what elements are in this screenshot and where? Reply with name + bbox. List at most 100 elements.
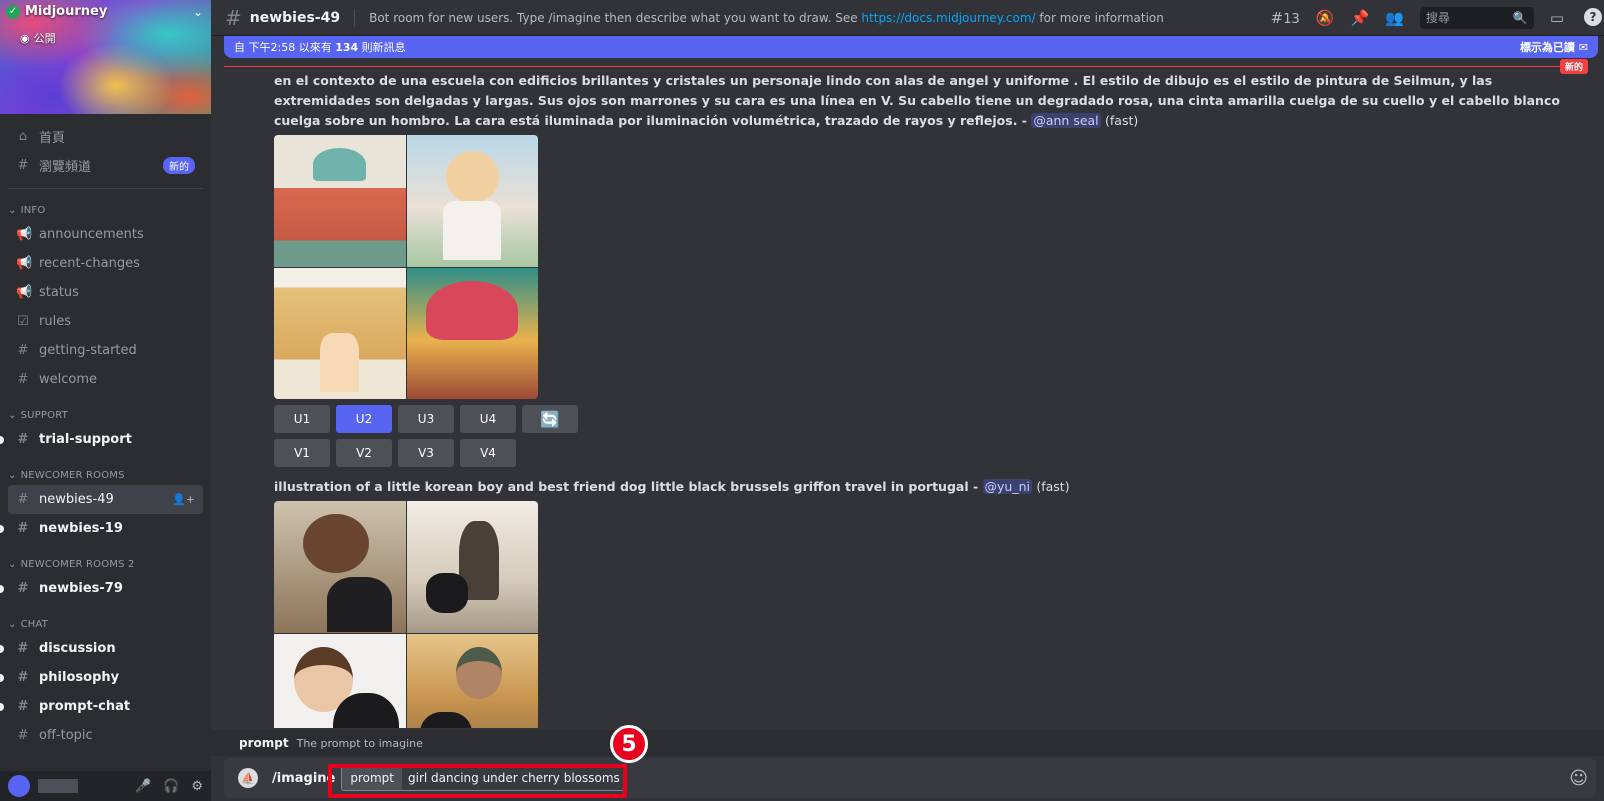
u1-button[interactable]: U1 xyxy=(274,405,330,433)
microphone-muted-icon[interactable]: 🎤 xyxy=(135,779,151,794)
generated-image[interactable] xyxy=(274,135,406,267)
discord-app: ✓ Midjourney ⌄ ◉ 公開 ⌂ 首頁 # 瀏覽頻道 新的 ⌄ INFO… xyxy=(0,0,1604,801)
channel-sidebar: ✓ Midjourney ⌄ ◉ 公開 ⌂ 首頁 # 瀏覽頻道 新的 ⌄ INFO… xyxy=(0,0,211,801)
gear-icon[interactable]: ⚙ xyxy=(191,779,203,794)
new-messages-divider xyxy=(224,66,1588,67)
sidebar-item-newbies-79[interactable]: # newbies-79 xyxy=(0,574,203,603)
megaphone-icon: 📢 xyxy=(16,227,33,242)
home-icon: ⌂ xyxy=(18,129,28,144)
command-option-hint: prompt The prompt to imagine xyxy=(211,730,1604,756)
sidebar-item-newbies-49[interactable]: # newbies-49 👤+ xyxy=(8,485,203,514)
category-support[interactable]: ⌄ SUPPORT xyxy=(8,410,203,421)
mark-read-icon: ✉ xyxy=(1578,41,1588,54)
message-list[interactable]: en el contexto de una escuela con edific… xyxy=(211,68,1604,728)
generated-image[interactable] xyxy=(406,267,538,399)
message-text: en el contexto de una escuela con edific… xyxy=(274,73,1560,128)
image-detail xyxy=(426,573,469,613)
avatar[interactable] xyxy=(8,775,30,797)
image-detail xyxy=(326,577,393,633)
sidebar-item-rules[interactable]: ☑ rules xyxy=(8,307,203,336)
v2-button[interactable]: V2 xyxy=(336,439,392,467)
browse-channels-icon: # xyxy=(17,158,29,173)
sidebar-item-status[interactable]: 📢 status xyxy=(8,278,203,307)
chevron-down-icon: ⌄ xyxy=(8,470,17,481)
sidebar-item-prompt-chat[interactable]: # prompt-chat xyxy=(0,692,203,721)
u4-button[interactable]: U4 xyxy=(460,405,516,433)
sidebar-item-recent-changes[interactable]: 📢 recent-changes xyxy=(8,249,203,278)
sidebar-item-discussion[interactable]: # discussion xyxy=(0,634,203,663)
server-name-row[interactable]: ✓ Midjourney ⌄ xyxy=(6,4,203,19)
category-info[interactable]: ⌄ INFO xyxy=(8,205,203,216)
headphones-icon[interactable]: 🎧 xyxy=(163,779,179,794)
search-icon: 🔍 xyxy=(1512,10,1528,25)
mark-as-read-button[interactable]: 標示為已讀 ✉ xyxy=(1520,39,1588,55)
generated-image[interactable] xyxy=(406,135,538,267)
hash-icon: # xyxy=(17,699,29,714)
threads-button[interactable]: #13 xyxy=(1271,9,1300,27)
chevron-down-icon[interactable]: ⌄ xyxy=(193,5,203,19)
slash-command: /imagine xyxy=(272,770,336,786)
channel-topic: Bot room for new users. Type /imagine th… xyxy=(369,10,1164,25)
generated-image[interactable] xyxy=(274,501,406,633)
notification-muted-icon[interactable]: 🔕 xyxy=(1316,9,1335,27)
add-user-icon[interactable]: 👤+ xyxy=(172,493,195,506)
docs-link[interactable]: https://docs.midjourney.com/ xyxy=(861,11,1035,25)
sidebar-item-welcome[interactable]: # welcome xyxy=(8,365,203,394)
sidebar-item-newbies-19[interactable]: # newbies-19 xyxy=(0,514,203,543)
hash-icon: # xyxy=(17,670,29,685)
sidebar-item-off-topic[interactable]: # off-topic xyxy=(8,721,203,750)
v1-button[interactable]: V1 xyxy=(274,439,330,467)
emoji-icon[interactable]: ☺ xyxy=(1569,768,1588,789)
generated-image[interactable] xyxy=(274,267,406,399)
hash-icon: # xyxy=(17,581,29,596)
member-list-icon[interactable]: 👥 xyxy=(1385,9,1404,27)
category-newcomer-rooms[interactable]: ⌄ NEWCOMER ROOMS xyxy=(8,470,203,481)
sidebar-item-announcements[interactable]: 📢 announcements xyxy=(8,220,203,249)
chevron-down-icon: ⌄ xyxy=(8,410,17,421)
pin-icon[interactable]: 📌 xyxy=(1350,9,1369,27)
message: illustration of a little korean boy and … xyxy=(211,477,1604,728)
inbox-icon[interactable]: ▭ xyxy=(1550,9,1564,27)
image-detail xyxy=(443,200,502,260)
v4-button[interactable]: V4 xyxy=(460,439,516,467)
generated-image[interactable] xyxy=(406,501,538,633)
v3-button[interactable]: V3 xyxy=(398,439,454,467)
reroll-button[interactable]: 🔄 xyxy=(522,405,578,433)
channel-header: # newbies-49 Bot room for new users. Typ… xyxy=(211,0,1604,36)
new-messages-bar[interactable]: 自 下午2:58 以來有 134 則新訊息 標示為已讀 ✉ xyxy=(224,36,1598,58)
sidebar-item-home[interactable]: ⌂ 首頁 xyxy=(8,122,203,151)
variation-button-row: V1 V2 V3 V4 xyxy=(274,439,1564,467)
header-toolbar: #13 🔕 📌 👥 搜尋 🔍 ▭ xyxy=(1271,6,1594,29)
sidebar-item-getting-started[interactable]: # getting-started xyxy=(8,336,203,365)
channel-name: newbies-49 xyxy=(249,9,341,26)
message-text: illustration of a little korean boy and … xyxy=(274,479,1070,494)
category-chat[interactable]: ⌄ CHAT xyxy=(8,619,203,630)
image-grid[interactable] xyxy=(274,501,538,728)
sidebar-item-browse-channels[interactable]: # 瀏覽頻道 新的 xyxy=(8,151,203,180)
category-newcomer-rooms-2[interactable]: ⌄ NEWCOMER ROOMS 2 xyxy=(8,559,203,570)
hash-icon: # xyxy=(17,492,29,507)
hash-icon: # xyxy=(17,343,29,358)
generated-image[interactable] xyxy=(274,633,406,728)
message: en el contexto de una escuela con edific… xyxy=(211,71,1604,467)
image-grid[interactable] xyxy=(274,135,538,399)
sidebar-item-philosophy[interactable]: # philosophy xyxy=(0,663,203,692)
sidebar-item-trial-support[interactable]: # trial-support xyxy=(0,425,203,454)
globe-icon: ◉ xyxy=(20,31,30,45)
image-detail xyxy=(320,333,360,393)
user-mention[interactable]: @yu_ni xyxy=(982,479,1032,494)
hash-icon: # xyxy=(17,728,29,743)
u2-button[interactable]: U2 xyxy=(336,405,392,433)
hash-icon: # xyxy=(225,5,242,30)
chevron-down-icon: ⌄ xyxy=(8,619,17,630)
hash-icon: # xyxy=(17,372,29,387)
generated-image[interactable] xyxy=(406,633,538,728)
chevron-down-icon: ⌄ xyxy=(8,559,17,570)
user-mention[interactable]: @ann seal xyxy=(1031,113,1101,128)
help-icon[interactable]: ? xyxy=(1584,8,1602,26)
server-banner[interactable]: ✓ Midjourney ⌄ ◉ 公開 xyxy=(0,0,211,114)
hash-icon: # xyxy=(17,641,29,656)
search-input[interactable]: 搜尋 🔍 xyxy=(1419,6,1534,29)
u3-button[interactable]: U3 xyxy=(398,405,454,433)
user-name-redacted xyxy=(38,779,78,793)
